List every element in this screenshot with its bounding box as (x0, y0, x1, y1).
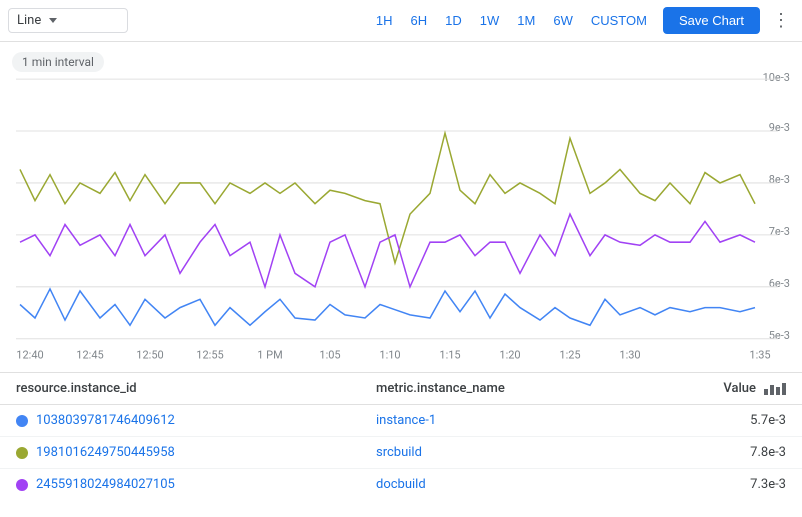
legend-instance-cell-3: 245591802498402710​5 (16, 477, 376, 492)
more-vert-icon: ⋮ (772, 10, 790, 31)
x-label-1250: 12:50 (136, 348, 163, 361)
y-label-6e3: 6e-3 (769, 277, 790, 290)
legend-value-1: 5.7e-3 (706, 413, 786, 428)
instance-id-3[interactable]: 245591802498402710​5 (36, 477, 175, 492)
time-btn-6h[interactable]: 6H (403, 9, 436, 32)
toolbar: Line 1H 6H 1D 1W 1M 6W CUSTOM Save Chart… (0, 0, 802, 42)
legend-value-3: 7.3e-3 (706, 477, 786, 492)
x-label-1pm: 1 PM (257, 348, 282, 361)
blue-line (20, 289, 755, 325)
interval-badge: 1 min interval (12, 52, 104, 72)
x-label-1240: 12:40 (16, 348, 43, 361)
legend-row: 198101624975044595​8 srcbuild 7.8e-3 (0, 437, 802, 469)
legend-dot-olive (16, 447, 28, 459)
y-label-5e3: 5e-3 (769, 329, 790, 342)
x-label-1245: 12:45 (76, 348, 103, 361)
legend-value-2: 7.8e-3 (706, 445, 786, 460)
column-chart-icon[interactable] (764, 383, 786, 395)
time-btn-1m[interactable]: 1M (509, 9, 543, 32)
col-header-instance: resource.instance_id (16, 381, 376, 396)
chart-area: 1 min interval 10e-3 9e-3 8e-3 7e-3 6e-3… (0, 42, 802, 372)
time-btn-6w[interactable]: 6W (545, 9, 581, 32)
x-label-115: 1:15 (439, 348, 460, 361)
col-header-metric: metric.instance_name (376, 381, 706, 396)
legend-header: resource.instance_id metric.instance_nam… (0, 373, 802, 405)
col-header-value: Value (706, 381, 786, 396)
chart-type-dropdown[interactable]: Line (8, 8, 128, 33)
chevron-down-icon (49, 18, 57, 23)
legend-metric-2[interactable]: srcbuild (376, 445, 706, 460)
x-label-105: 1:05 (319, 348, 340, 361)
save-chart-button[interactable]: Save Chart (663, 7, 760, 34)
chart-svg: 10e-3 9e-3 8e-3 7e-3 6e-3 5e-3 12:40 12:… (0, 50, 802, 372)
y-label-8e3: 8e-3 (769, 173, 790, 186)
legend-dot-purple (16, 479, 28, 491)
x-label-125: 1:25 (559, 348, 580, 361)
x-label-130: 1:30 (619, 348, 640, 361)
time-range-buttons: 1H 6H 1D 1W 1M 6W CUSTOM (368, 9, 655, 32)
legend-instance-cell-1: 103803978174640961​2 (16, 413, 376, 428)
x-label-120: 1:20 (499, 348, 520, 361)
legend-instance-cell-2: 198101624975044595​8 (16, 445, 376, 460)
time-btn-1h[interactable]: 1H (368, 9, 401, 32)
instance-id-1[interactable]: 103803978174640961​2 (36, 413, 175, 428)
legend-metric-1[interactable]: instance-1 (376, 413, 706, 428)
value-label: Value (723, 381, 756, 396)
instance-id-2[interactable]: 198101624975044595​8 (36, 445, 175, 460)
legend-table: resource.instance_id metric.instance_nam… (0, 372, 802, 500)
legend-dot-blue (16, 415, 28, 427)
legend-metric-3[interactable]: docbuild (376, 477, 706, 492)
y-label-10e3: 10e-3 (763, 71, 790, 84)
chart-type-label: Line (17, 13, 41, 28)
x-label-135: 1:35 (749, 348, 770, 361)
time-btn-custom[interactable]: CUSTOM (583, 9, 655, 32)
purple-line (20, 214, 755, 287)
legend-row: 103803978174640961​2 instance-1 5.7e-3 (0, 405, 802, 437)
x-label-1255: 12:55 (196, 348, 223, 361)
y-label-7e3: 7e-3 (769, 225, 790, 238)
x-label-110: 1:10 (379, 348, 400, 361)
time-btn-1d[interactable]: 1D (437, 9, 470, 32)
olive-line (20, 133, 755, 263)
time-btn-1w[interactable]: 1W (472, 9, 508, 32)
y-label-9e3: 9e-3 (769, 121, 790, 134)
more-options-button[interactable]: ⋮ (768, 6, 794, 35)
legend-row: 245591802498402710​5 docbuild 7.3e-3 (0, 469, 802, 500)
